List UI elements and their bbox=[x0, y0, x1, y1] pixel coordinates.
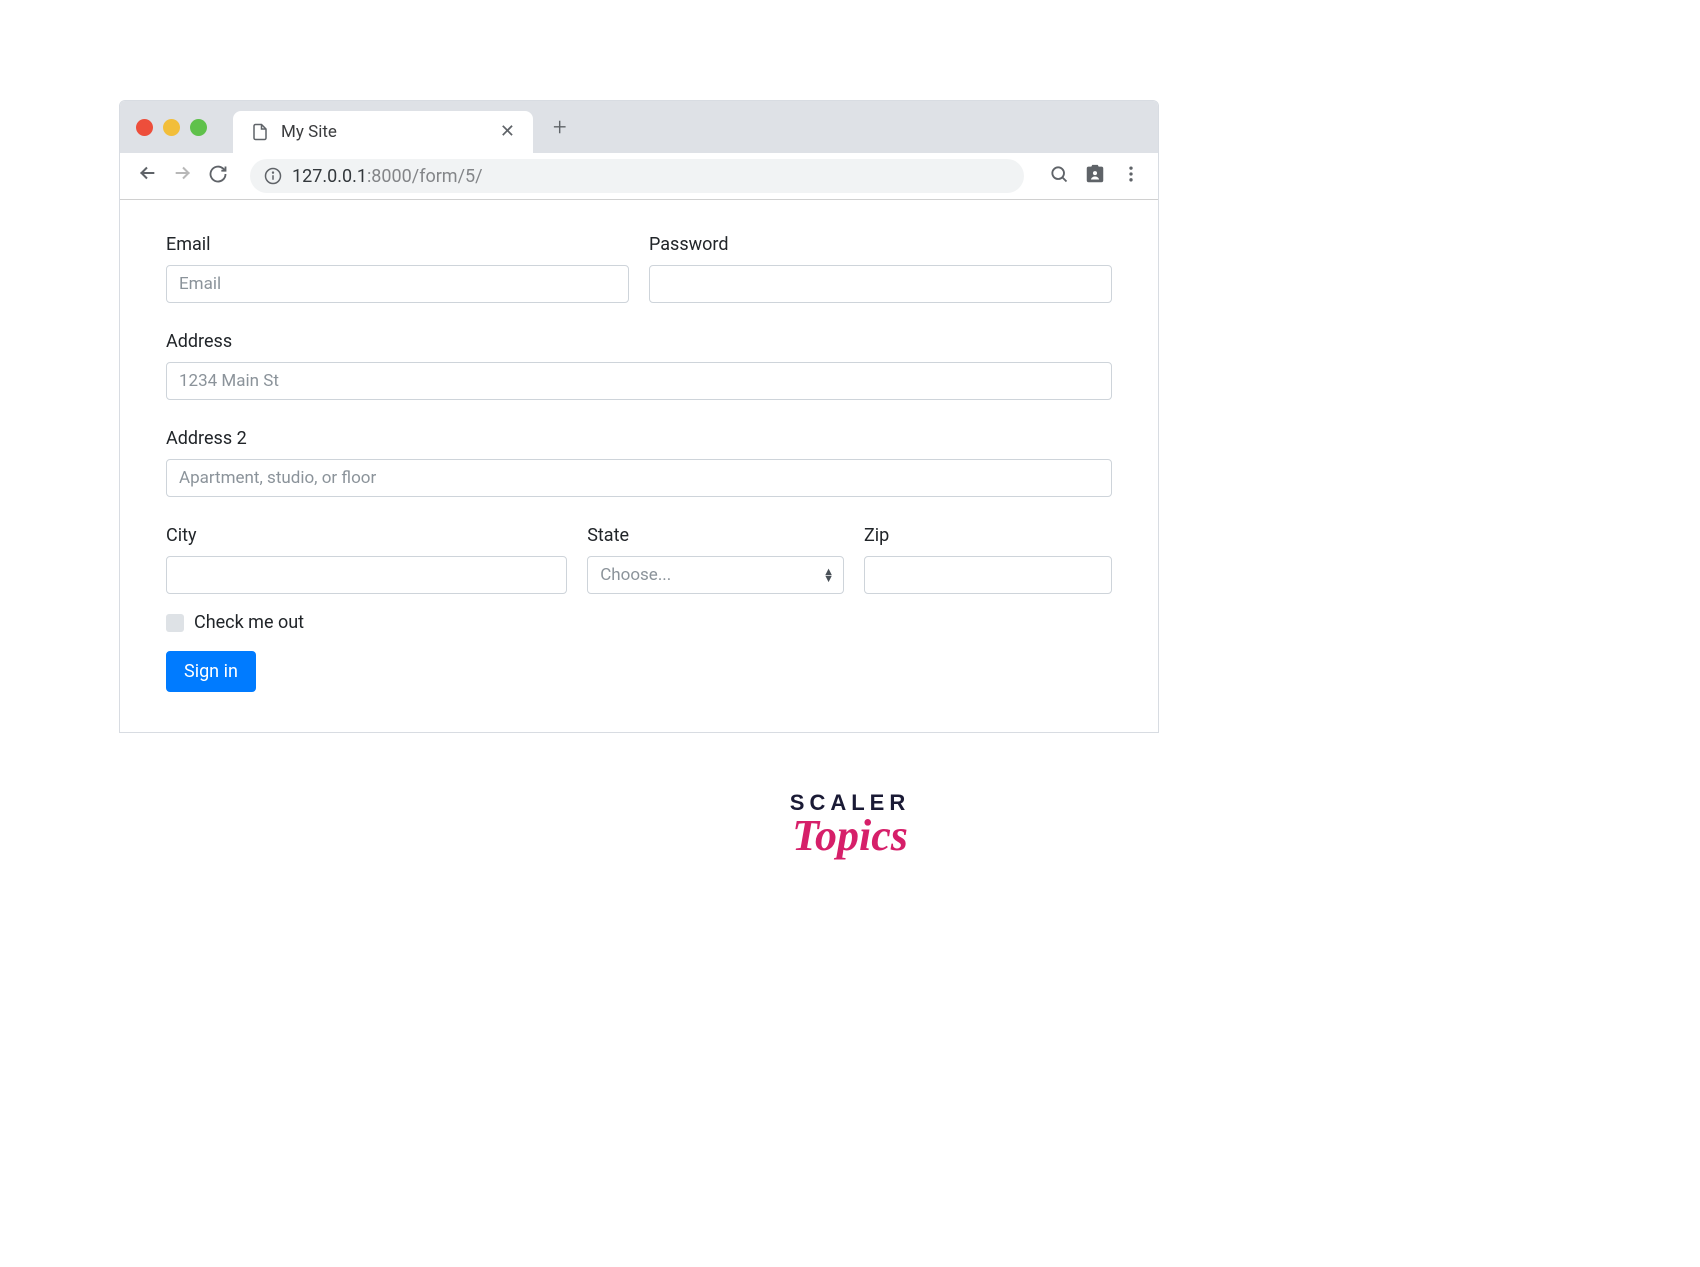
address2-group: Address 2 bbox=[166, 428, 1112, 497]
checkbox-row: Check me out bbox=[166, 612, 1112, 633]
forward-button[interactable] bbox=[172, 162, 194, 190]
new-tab-button[interactable]: + bbox=[553, 113, 567, 141]
url-path: :8000/form/5/ bbox=[367, 166, 483, 187]
url-text: 127.0.0.1:8000/form/5/ bbox=[292, 166, 1010, 187]
page-content: Email Password Address Address 2 City bbox=[120, 200, 1158, 732]
password-label: Password bbox=[649, 234, 1112, 255]
search-icon[interactable] bbox=[1048, 164, 1070, 188]
address2-label: Address 2 bbox=[166, 428, 1112, 449]
scaler-logo: SCALER Topics bbox=[790, 790, 910, 861]
browser-titlebar: My Site ✕ + bbox=[120, 101, 1158, 153]
close-tab-icon[interactable]: ✕ bbox=[500, 123, 515, 141]
email-group: Email bbox=[166, 234, 629, 303]
zip-group: Zip bbox=[864, 525, 1112, 594]
state-group: State Choose... ▲▼ bbox=[587, 525, 844, 594]
state-select[interactable]: Choose... bbox=[587, 556, 844, 594]
email-label: Email bbox=[166, 234, 629, 255]
reload-button[interactable] bbox=[208, 164, 230, 188]
back-button[interactable] bbox=[136, 162, 158, 190]
logo-text-topics: Topics bbox=[790, 810, 910, 861]
browser-tab[interactable]: My Site ✕ bbox=[233, 111, 533, 153]
address2-input[interactable] bbox=[166, 459, 1112, 497]
maximize-window-button[interactable] bbox=[190, 119, 207, 136]
email-input[interactable] bbox=[166, 265, 629, 303]
file-icon bbox=[251, 123, 269, 141]
address-group: Address bbox=[166, 331, 1112, 400]
info-icon[interactable] bbox=[264, 167, 282, 185]
close-window-button[interactable] bbox=[136, 119, 153, 136]
address-bar[interactable]: 127.0.0.1:8000/form/5/ bbox=[250, 159, 1024, 193]
password-group: Password bbox=[649, 234, 1112, 303]
zip-input[interactable] bbox=[864, 556, 1112, 594]
browser-toolbar: 127.0.0.1:8000/form/5/ bbox=[120, 153, 1158, 200]
window-controls bbox=[136, 119, 207, 136]
city-group: City bbox=[166, 525, 567, 594]
minimize-window-button[interactable] bbox=[163, 119, 180, 136]
zip-label: Zip bbox=[864, 525, 1112, 546]
city-input[interactable] bbox=[166, 556, 567, 594]
tab-title: My Site bbox=[281, 122, 488, 142]
checkbox-label: Check me out bbox=[194, 612, 304, 633]
signin-button[interactable]: Sign in bbox=[166, 651, 256, 692]
checkbox-input[interactable] bbox=[166, 614, 184, 632]
kebab-menu-icon[interactable] bbox=[1120, 164, 1142, 188]
url-host: 127.0.0.1 bbox=[292, 166, 367, 187]
address-input[interactable] bbox=[166, 362, 1112, 400]
password-input[interactable] bbox=[649, 265, 1112, 303]
browser-window: My Site ✕ + 127.0.0.1:8000/form/5/ bbox=[119, 100, 1159, 733]
profile-icon[interactable] bbox=[1084, 163, 1106, 189]
address-label: Address bbox=[166, 331, 1112, 352]
city-label: City bbox=[166, 525, 567, 546]
state-label: State bbox=[587, 525, 844, 546]
